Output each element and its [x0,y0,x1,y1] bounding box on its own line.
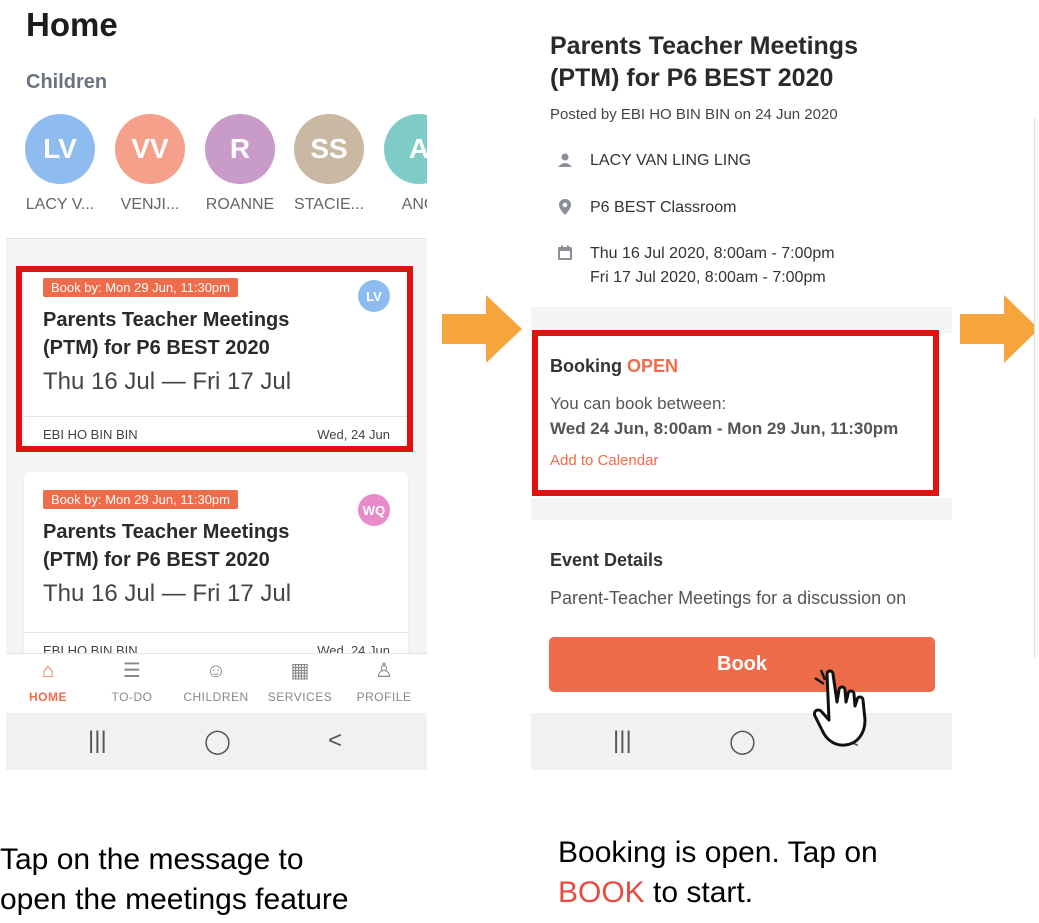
caption-right-rest: to start. [644,876,754,909]
right-arrow-icon [960,295,1039,363]
event-details-heading: Event Details [550,550,664,570]
recents-button[interactable]: ||| [613,727,632,755]
date-row: Thu 16 Jul 2020, 8:00am - 7:00pm Fri 17 … [550,242,930,292]
tab-label: HOME [29,690,67,704]
tab-label: PROFILE [356,690,412,704]
tab-to-do[interactable]: ☰ TO-DO [90,654,174,714]
event-description: Parent-Teacher Meetings for a discussion… [550,588,907,608]
card-dates: Thu 16 Jul — Fri 17 Jul [43,580,292,607]
tab-label: SERVICES [267,690,333,704]
date-line-2: Fri 17 Jul 2020, 8:00am - 7:00pm [590,269,826,286]
child-name: ANG [401,196,427,213]
right-arrow-icon [442,295,522,363]
next-screen-edge [1034,118,1039,658]
caption-right-line-1: Booking is open. Tap on [558,836,878,869]
pointing-hand-icon [813,669,867,747]
avatar: LV [25,114,95,184]
page-title: Home [26,6,118,43]
list-icon: ☰ [123,660,141,682]
meeting-title: Parents Teacher Meetings (PTM) for P6 BE… [550,32,858,92]
student-name: LACY VAN LING LING [590,152,752,169]
avatar: SS [294,114,364,184]
tab-profile[interactable]: ♙ PROFILE [342,654,426,714]
student-row: LACY VAN LING LING [550,149,930,173]
bottom-tab-bar: ⌂ HOME ☰ TO-DO ☺ CHILDREN ▦ SERVICES ♙ P… [6,653,427,713]
child-item-stacie[interactable]: SS STACIE... [291,114,367,214]
caption-left-line-1: Tap on the message to [0,843,304,876]
tab-home[interactable]: ⌂ HOME [6,654,90,714]
card-title: Parents Teacher Meetings (PTM) for P6 BE… [43,521,290,571]
children-section-title: Children [26,71,108,93]
grid-icon: ▦ [290,660,310,682]
caption-left-line-2: open the meetings feature [0,883,349,916]
caption-highlight-book: BOOK [558,876,645,909]
child-item-venji[interactable]: VV VENJI... [112,114,188,214]
tab-services[interactable]: ▦ SERVICES [258,654,342,714]
child-name: STACIE... [294,196,364,213]
child-name: LACY V... [25,196,95,213]
child-item-roanne[interactable]: R ROANNE [202,114,278,214]
smiley-icon: ☺ [205,660,227,682]
location-row: P6 BEST Classroom [550,196,930,220]
posted-by: Posted by EBI HO BIN BIN on 24 Jun 2020 [550,106,838,123]
section-divider [531,498,952,520]
system-nav-bar: ||| ◯ < [531,713,952,770]
calendar-icon [556,244,574,262]
back-button[interactable]: < [328,727,342,755]
child-name: ROANNE [205,196,275,213]
avatar: VV [115,114,185,184]
caption-right-line-2: BOOK to start. [558,873,753,913]
person-icon [556,151,574,169]
system-nav-bar: ||| ◯ < [6,713,427,770]
date-line-1: Thu 16 Jul 2020, 8:00am - 7:00pm [590,245,835,262]
highlight-box-booking [532,330,939,496]
avatar: A [384,114,427,184]
avatar: WQ [358,494,390,526]
person-icon: ♙ [375,660,393,682]
location-text: P6 BEST Classroom [590,199,737,216]
home-button[interactable]: ◯ [729,727,756,756]
child-item-lacy[interactable]: LV LACY V... [22,114,98,214]
child-item-ang[interactable]: A ANG [381,114,427,214]
home-button[interactable]: ◯ [204,727,231,756]
tab-label: TO-DO [111,690,153,704]
child-name: VENJI... [120,196,180,213]
message-card[interactable]: Book by: Mon 29 Jun, 11:30pm WQ Parents … [24,472,408,662]
location-pin-icon [556,198,574,216]
highlight-box-message [16,266,413,452]
recents-button[interactable]: ||| [88,727,107,755]
home-icon: ⌂ [41,660,55,682]
tab-label: CHILDREN [183,690,249,704]
book-by-badge: Book by: Mon 29 Jun, 11:30pm [43,490,238,509]
avatar: R [205,114,275,184]
tab-children[interactable]: ☺ CHILDREN [174,654,258,714]
